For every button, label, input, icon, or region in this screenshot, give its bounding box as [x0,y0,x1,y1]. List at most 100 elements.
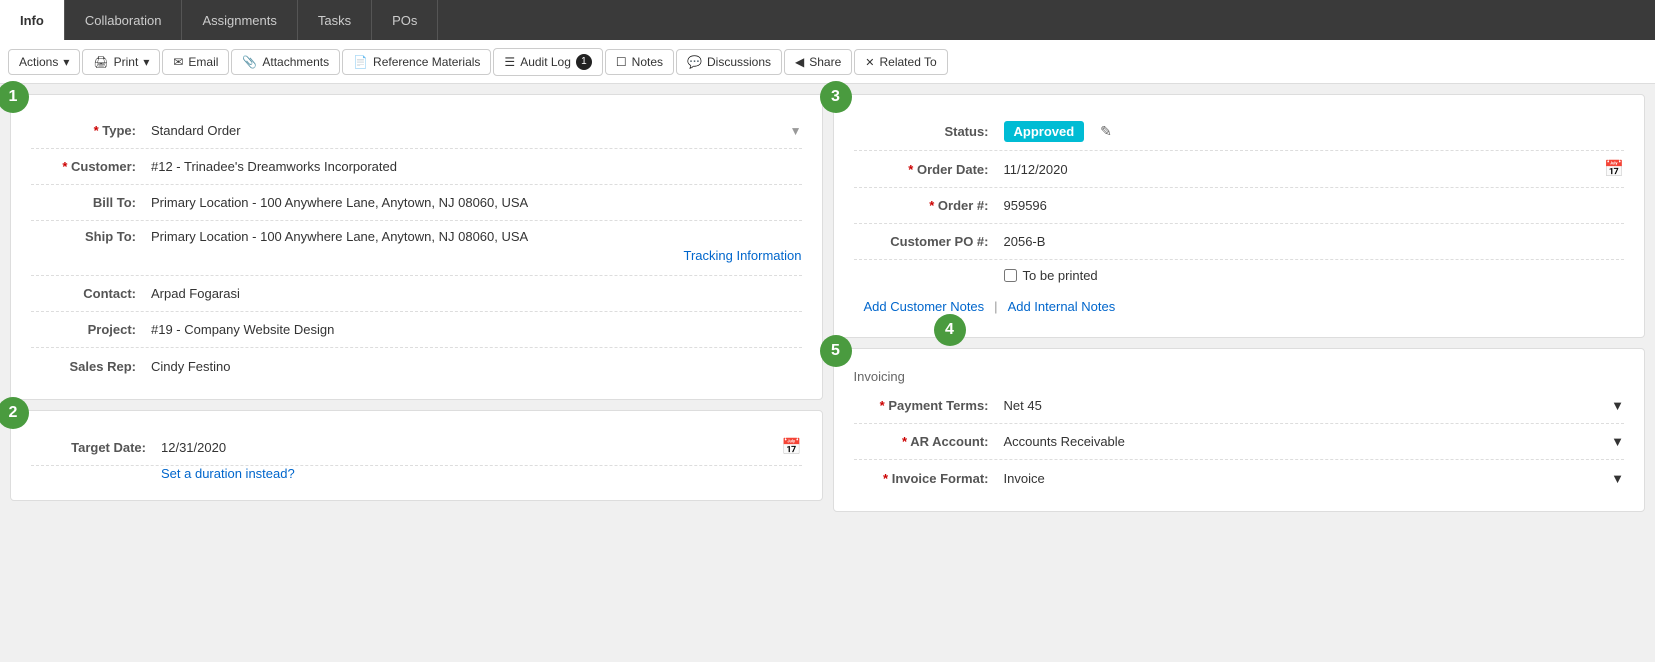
edit-icon[interactable]: ✎ [1100,123,1112,140]
ar-account-label: AR Account: [854,434,1004,449]
calendar-icon[interactable]: 📅 [782,437,802,457]
top-navigation: Info Collaboration Assignments Tasks POs [0,0,1655,40]
reference-materials-button[interactable]: Reference Materials [342,49,491,75]
set-duration-link[interactable]: Set a duration instead? [161,466,295,481]
bill-to-row: Bill To: Primary Location - 100 Anywhere… [31,185,802,221]
ship-to-value: Primary Location - 100 Anywhere Lane, An… [151,229,802,244]
ship-to-label: Ship To: [31,229,151,244]
tracking-information-link[interactable]: Tracking Information [31,244,802,267]
project-label: Project: [31,322,151,337]
ar-account-row: AR Account: Accounts Receivable ▼ [854,424,1625,460]
payment-terms-label: Payment Terms: [854,398,1004,413]
left-column: 1 Type: Standard Order ▼ Customer: #12 -… [10,94,823,512]
invoice-format-label: Invoice Format: [854,471,1004,486]
add-customer-notes-link[interactable]: Add Customer Notes [864,299,985,314]
tab-assignments[interactable]: Assignments [182,0,297,40]
order-num-value: 959596 [1004,198,1625,213]
related-to-button[interactable]: Related To [854,49,947,75]
status-row: Status: Approved ✎ [854,113,1625,151]
notes-button[interactable]: Notes [605,49,674,75]
to-be-printed-label: To be printed [1023,268,1098,283]
chevron-down-icon: ▾ [63,55,69,69]
order-date-calendar-icon[interactable]: 📅 [1604,159,1624,179]
status-badge: Approved [1004,121,1085,142]
bill-to-value: Primary Location - 100 Anywhere Lane, An… [151,195,802,210]
target-date-value: 12/31/2020 📅 [161,437,802,457]
main-content: 1 Type: Standard Order ▼ Customer: #12 -… [0,84,1655,522]
email-icon [173,55,183,69]
invoice-format-value[interactable]: Invoice ▼ [1004,471,1625,486]
contact-label: Contact: [31,286,151,301]
invoicing-card: 5 Invoicing Payment Terms: Net 45 ▼ AR A… [833,348,1646,512]
type-row: Type: Standard Order ▼ [31,113,802,149]
notes-icon [616,55,627,69]
status-card: 3 Status: Approved ✎ Order Date: 11/12/2… [833,94,1646,338]
step-5-circle: 5 [820,335,852,367]
share-button[interactable]: Share [784,49,852,75]
step-3-circle: 3 [820,81,852,113]
list-icon [504,55,515,69]
action-bar: Actions ▾ Print ▾ Email Attachments Refe… [0,40,1655,84]
status-label: Status: [854,124,1004,139]
step-4-circle: 4 [934,314,966,346]
order-num-row: Order #: 959596 [854,188,1625,224]
discussions-button[interactable]: Discussions [676,49,782,75]
ship-to-row: Ship To: Primary Location - 100 Anywhere… [31,221,802,276]
payment-terms-row: Payment Terms: Net 45 ▼ [854,388,1625,424]
contact-row: Contact: Arpad Fogarasi [31,276,802,312]
payment-terms-value[interactable]: Net 45 ▼ [1004,398,1625,413]
target-date-card: 2 Target Date: 12/31/2020 📅 Set a durati… [10,410,823,501]
document-icon [353,55,368,69]
order-date-row: Order Date: 11/12/2020 📅 [854,151,1625,188]
add-internal-notes-link[interactable]: Add Internal Notes [1008,299,1116,314]
ar-account-dropdown-arrow: ▼ [1611,434,1624,449]
order-date-value: 11/12/2020 📅 [1004,159,1625,179]
to-be-printed-row: To be printed [854,260,1625,291]
tab-collaboration[interactable]: Collaboration [65,0,183,40]
tab-tasks[interactable]: Tasks [298,0,372,40]
paperclip-icon [242,55,257,69]
ar-account-value[interactable]: Accounts Receivable ▼ [1004,434,1625,449]
email-button[interactable]: Email [162,49,229,75]
order-info-card: 1 Type: Standard Order ▼ Customer: #12 -… [10,94,823,400]
sales-rep-row: Sales Rep: Cindy Festino [31,348,802,384]
share-icon [795,55,804,69]
target-date-label: Target Date: [31,440,161,455]
actions-button[interactable]: Actions ▾ [8,49,80,75]
project-value: #19 - Company Website Design [151,322,802,337]
chat-icon [687,55,702,69]
customer-po-value: 2056-B [1004,234,1625,249]
invoice-format-row: Invoice Format: Invoice ▼ [854,460,1625,496]
right-column: 3 Status: Approved ✎ Order Date: 11/12/2… [833,94,1646,512]
status-value-container: Approved ✎ [1004,121,1112,142]
contact-value: Arpad Fogarasi [151,286,802,301]
customer-po-label: Customer PO #: [854,234,1004,249]
notes-separator: | [994,299,997,314]
sales-rep-value: Cindy Festino [151,359,802,374]
attachments-button[interactable]: Attachments [231,49,340,75]
type-label: Type: [31,123,151,138]
notes-links-row: Add Customer Notes | Add Internal Notes [854,291,1625,322]
audit-log-badge: 1 [576,54,592,70]
customer-value: #12 - Trinadee's Dreamworks Incorporated [151,159,802,174]
sales-rep-label: Sales Rep: [31,359,151,374]
step-1-circle: 1 [0,81,29,113]
customer-row: Customer: #12 - Trinadee's Dreamworks In… [31,149,802,185]
tab-info[interactable]: Info [0,0,65,40]
invoice-format-dropdown-arrow: ▼ [1611,471,1624,486]
to-be-printed-checkbox[interactable] [1004,269,1017,282]
bill-to-label: Bill To: [31,195,151,210]
tab-pos[interactable]: POs [372,0,438,40]
customer-po-row: Customer PO #: 2056-B [854,224,1625,260]
chevron-down-icon: ▾ [143,55,149,69]
invoicing-section-title: Invoicing [854,361,1625,388]
customer-label: Customer: [31,159,151,174]
type-dropdown-arrow[interactable]: ▼ [790,124,802,138]
project-row: Project: #19 - Company Website Design [31,312,802,348]
step-2-circle: 2 [0,397,29,429]
related-icon [865,55,874,69]
print-button[interactable]: Print ▾ [82,49,160,75]
payment-terms-dropdown-arrow: ▼ [1611,398,1624,413]
audit-log-button[interactable]: Audit Log 1 [493,48,602,76]
target-date-row: Target Date: 12/31/2020 📅 [31,429,802,466]
